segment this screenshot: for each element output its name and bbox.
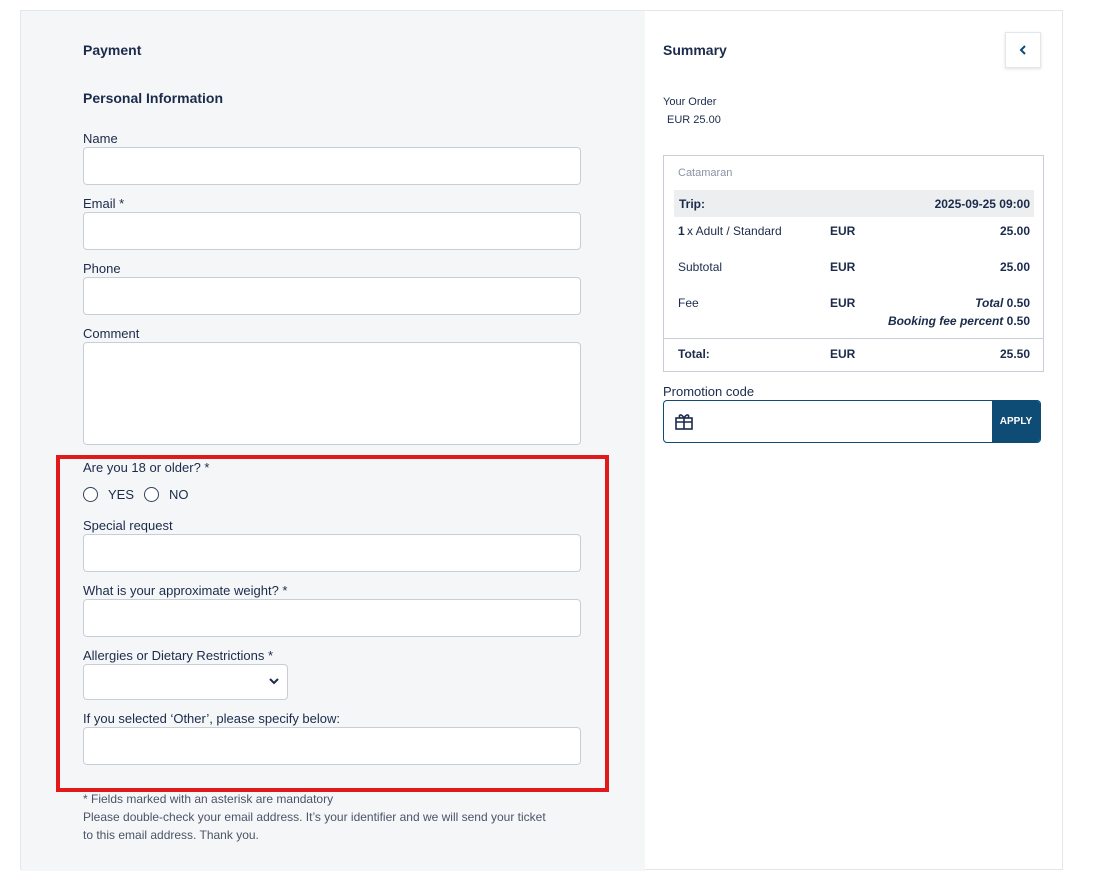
payment-title: Payment bbox=[83, 42, 142, 58]
age-question-label: Are you 18 or older? * bbox=[83, 460, 210, 475]
promo-code-input[interactable]: APPLY bbox=[663, 400, 1041, 443]
line-currency: EUR bbox=[830, 224, 856, 238]
footnote-email-1: Please double-check your email address. … bbox=[83, 810, 546, 824]
subtotal-label: Subtotal bbox=[678, 260, 723, 274]
trip-label: Trip: bbox=[679, 197, 705, 211]
line-amount: 25.00 bbox=[999, 224, 1030, 238]
line-desc: x Adult / Standard bbox=[687, 224, 782, 238]
footnote-mandatory: * Fields marked with an asterisk are man… bbox=[83, 792, 334, 806]
fee-currency: EUR bbox=[830, 296, 856, 310]
trip-date: 2025-09-25 09:00 bbox=[934, 197, 1030, 211]
subtotal-currency: EUR bbox=[830, 260, 856, 274]
name-input[interactable] bbox=[83, 147, 581, 185]
comment-textarea[interactable] bbox=[83, 342, 581, 445]
email-label: Email * bbox=[83, 196, 125, 211]
total-divider bbox=[664, 338, 1043, 339]
yes-radio-label[interactable]: YES bbox=[108, 487, 134, 502]
other-specify-label: If you selected ‘Other’, please specify … bbox=[83, 711, 341, 726]
comment-label: Comment bbox=[83, 326, 140, 341]
collapse-summary-button[interactable] bbox=[1005, 32, 1041, 68]
total-currency: EUR bbox=[830, 347, 856, 361]
footnote: * Fields marked with an asterisk are man… bbox=[83, 790, 583, 844]
age-radio-group: YES NO bbox=[83, 487, 199, 502]
order-total-value: EUR 25.00 bbox=[667, 114, 721, 126]
personal-info-title: Personal Information bbox=[83, 90, 224, 106]
apply-promo-button[interactable]: APPLY bbox=[992, 401, 1040, 442]
fee-total-value: 0.50 bbox=[1006, 296, 1030, 310]
allergies-label: Allergies or Dietary Restrictions * bbox=[83, 648, 274, 663]
fee-percent-value: 0.50 bbox=[1006, 314, 1030, 328]
weight-input[interactable] bbox=[83, 599, 581, 637]
total-label: Total: bbox=[678, 347, 710, 361]
line-qty: 1 bbox=[678, 224, 685, 238]
no-radio-label[interactable]: NO bbox=[169, 487, 189, 502]
chevron-down-icon bbox=[269, 678, 279, 685]
promo-code-label: Promotion code bbox=[663, 384, 755, 399]
summary-title: Summary bbox=[663, 42, 727, 58]
special-request-input[interactable] bbox=[83, 534, 581, 572]
fee-label: Fee bbox=[678, 296, 699, 310]
trip-row: Trip: 2025-09-25 09:00 bbox=[674, 190, 1034, 217]
name-label: Name bbox=[83, 131, 118, 146]
allergies-select[interactable] bbox=[83, 664, 288, 700]
order-summary-box: Catamaran Trip: 2025-09-25 09:00 1 x Adu… bbox=[663, 155, 1044, 372]
total-amount: 25.50 bbox=[999, 347, 1030, 361]
chevron-left-icon bbox=[1019, 45, 1026, 55]
footnote-email-2: to this email address. Thank you. bbox=[83, 828, 259, 842]
fee-percent-label: Booking fee percent bbox=[887, 314, 1004, 328]
other-specify-input[interactable] bbox=[83, 727, 581, 765]
fee-percent-line: Booking fee percent 0.50 bbox=[888, 314, 1030, 328]
yes-radio[interactable] bbox=[83, 487, 98, 502]
fee-total-line: Total 0.50 bbox=[975, 296, 1030, 310]
no-radio[interactable] bbox=[144, 487, 160, 502]
your-order-label: Your Order bbox=[663, 96, 717, 108]
product-name: Catamaran bbox=[678, 167, 733, 179]
phone-label: Phone bbox=[83, 261, 121, 276]
email-input[interactable] bbox=[83, 212, 581, 250]
subtotal-amount: 25.00 bbox=[999, 260, 1030, 274]
fee-total-label: Total bbox=[975, 296, 1004, 310]
weight-label: What is your approximate weight? * bbox=[83, 583, 288, 598]
special-request-label: Special request bbox=[83, 518, 173, 533]
phone-input[interactable] bbox=[83, 277, 581, 315]
gift-icon bbox=[675, 414, 693, 430]
